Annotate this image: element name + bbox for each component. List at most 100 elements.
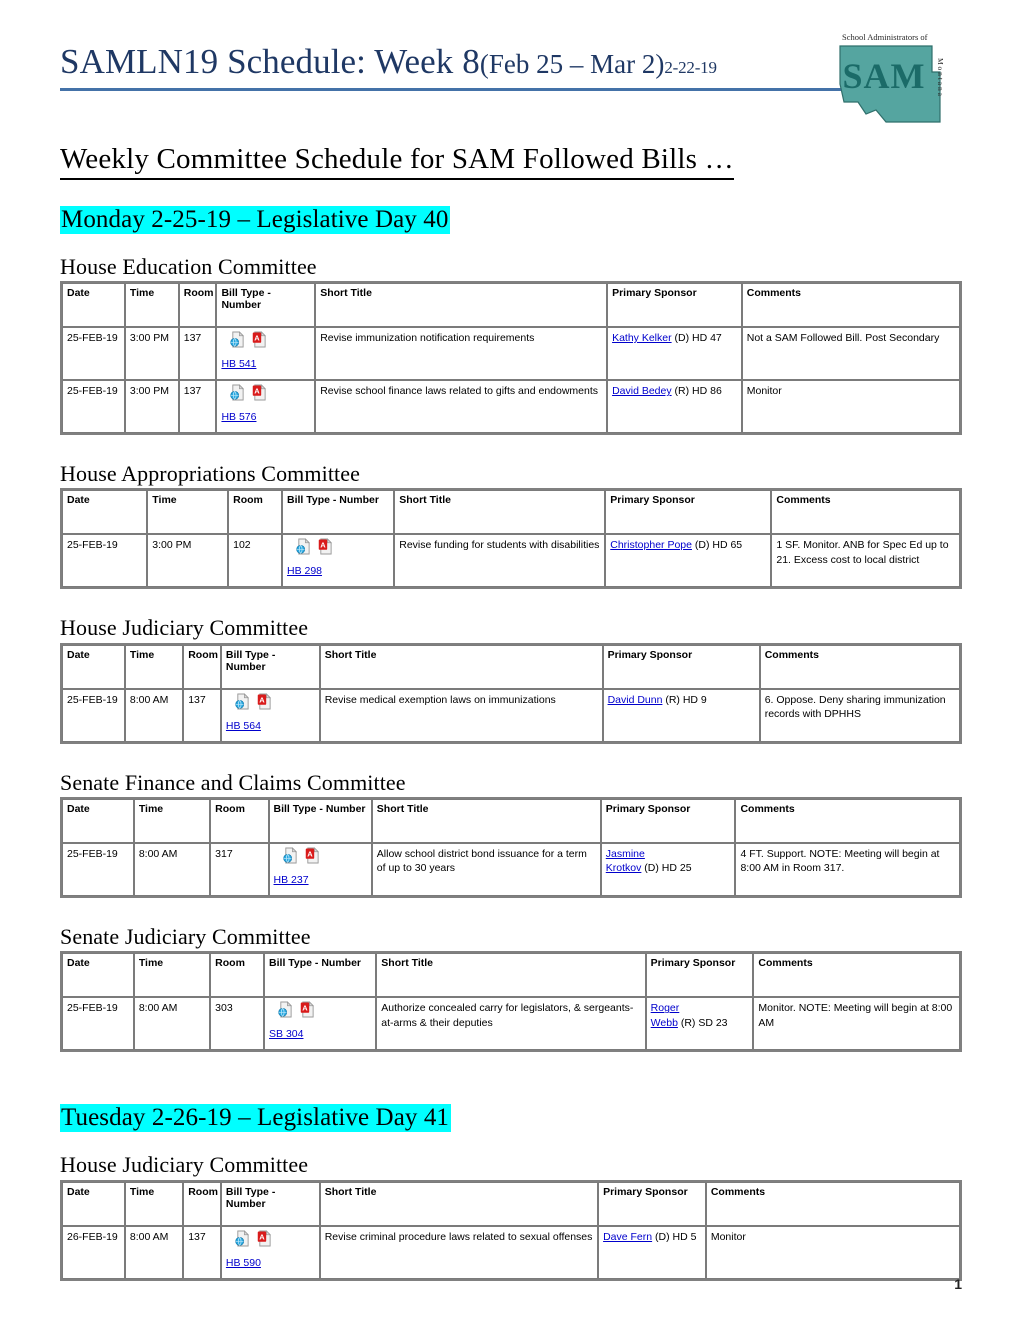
sponsor-link[interactable]: Kathy Kelker: [612, 332, 672, 344]
room-value: 137: [183, 332, 202, 345]
web-page-icon[interactable]: [230, 384, 245, 401]
table-header-row: Date Time Room Bill Type - Number Short Titl…: [62, 1181, 960, 1226]
room-value: 137: [188, 693, 206, 706]
sponsor-party-district: (R) SD 23: [677, 1016, 728, 1029]
bill-number-link[interactable]: HB 576: [221, 401, 256, 424]
column-header-comments: Comments: [735, 799, 960, 844]
bill-number-link[interactable]: HB 541: [221, 348, 256, 371]
short-title-value: Revise medical exemption laws on immuniz…: [324, 693, 556, 706]
comments-value: 6. Oppose. Deny sharing immunization rec…: [764, 693, 946, 720]
cell-bill: A HB 298: [281, 534, 395, 588]
column-header-short-title: Short Title: [394, 490, 606, 535]
column-header-comments: Comments: [759, 644, 960, 689]
short-title-value: Revise school finance laws related to gi…: [320, 385, 599, 398]
room-value: 137: [183, 385, 202, 398]
web-page-icon[interactable]: [278, 1001, 293, 1018]
time-value: 8:00 AM: [129, 693, 169, 706]
cell-date: 25-FEB-19: [62, 843, 134, 897]
cell-short-title: Revise immunization notification require…: [315, 327, 608, 381]
time-value: 8:00 AM: [129, 1230, 169, 1243]
cell-date: 26-FEB-19: [62, 1225, 125, 1279]
sam-logo: SAM School Administrators of M o n t a n…: [839, 32, 945, 123]
sponsor-link[interactable]: Christopher Pope: [610, 539, 692, 551]
cell-room: 303: [210, 997, 265, 1051]
cell-room: 137: [178, 380, 217, 434]
column-header-time: Time: [147, 490, 229, 535]
column-header-bill-type-number: Bill Type - Number: [220, 1181, 320, 1226]
pdf-document-icon[interactable]: A: [257, 1229, 272, 1247]
column-header-room: Room: [228, 490, 282, 535]
time-value: 3:00 PM: [129, 332, 169, 345]
cell-comments: 4 FT. Support. NOTE: Meeting will begin …: [735, 843, 960, 897]
pdf-document-icon[interactable]: A: [300, 1001, 315, 1018]
pdf-document-icon[interactable]: A: [305, 847, 320, 864]
short-title-value: Revise funding for students with disabil…: [399, 539, 600, 552]
bill-number-link[interactable]: SB 304: [269, 1018, 303, 1041]
date-value: 25-FEB-19: [67, 332, 118, 345]
day-section: Tuesday 2-26-19 – Legislative Day 41 Hous…: [60, 1078, 962, 1281]
time-value: 3:00 PM: [129, 385, 169, 398]
date-value: 25-FEB-19: [67, 539, 118, 552]
web-page-icon[interactable]: [282, 847, 298, 864]
date-value: 25-FEB-19: [67, 385, 118, 398]
cell-primary-sponsor: Kathy Kelker (D) HD 47: [607, 327, 742, 381]
svg-text:A: A: [320, 541, 326, 550]
web-page-icon[interactable]: [230, 331, 245, 348]
cell-time: 3:00 PM: [147, 534, 229, 588]
cell-room: 137: [178, 327, 217, 381]
comments-value: Monitor: [710, 1230, 746, 1243]
sponsor-party-district: (D) HD 47: [671, 332, 722, 345]
cell-room: 102: [228, 534, 282, 588]
column-header-bill-type-number: Bill Type - Number: [268, 799, 372, 844]
date-value: 26-FEB-19: [67, 1230, 118, 1243]
cell-comments: Monitor. NOTE: Meeting will begin at 8:0…: [753, 997, 960, 1051]
table-header-row: Date Time Room Bill Type - Number Short Titl…: [62, 283, 960, 328]
committee-heading: House Education Committee: [60, 253, 317, 279]
column-header-room: Room: [210, 799, 269, 844]
cell-primary-sponsor: Jasmine Krotkov (D) HD 25: [600, 843, 736, 897]
cell-primary-sponsor: David Bedey (R) HD 86: [607, 380, 742, 434]
short-title-value: Allow school district bond issuance for …: [376, 848, 587, 875]
pdf-document-icon[interactable]: A: [252, 331, 267, 348]
sponsor-party-district: (R) HD 86: [671, 385, 722, 398]
pdf-document-icon[interactable]: A: [318, 538, 333, 555]
room-value: 303: [215, 1002, 233, 1015]
sponsor-link[interactable]: Roger Webb: [651, 1002, 680, 1028]
bill-number-link[interactable]: HB 564: [226, 710, 261, 733]
bill-number-link[interactable]: HB 590: [226, 1247, 261, 1270]
sponsor-party-district: (D) HD 5: [652, 1230, 697, 1243]
pdf-document-icon[interactable]: A: [257, 692, 272, 710]
cell-date: 25-FEB-19: [62, 688, 125, 742]
column-header-comments: Comments: [705, 1181, 960, 1226]
web-page-icon[interactable]: [235, 1229, 250, 1247]
comments-value: 1 SF. Monitor. ANB for Spec Ed up to 21.…: [776, 539, 949, 566]
column-header-primary-sponsor: Primary Sponsor: [607, 283, 742, 328]
column-header-date: Date: [62, 644, 125, 689]
committee-schedule-table: Date Time Room Bill Type - Number Short Titl…: [60, 642, 962, 744]
time-value: 3:00 PM: [152, 539, 192, 552]
sponsor-link[interactable]: David Dunn: [608, 694, 663, 706]
cell-primary-sponsor: David Dunn (R) HD 9: [602, 688, 760, 742]
sponsor-party-district: (D) HD 65: [691, 539, 743, 552]
sponsor-link[interactable]: Jasmine Krotkov: [606, 848, 645, 874]
bill-number-link[interactable]: HB 298: [287, 555, 322, 578]
pdf-document-icon[interactable]: A: [252, 384, 267, 401]
column-header-short-title: Short Title: [319, 1181, 599, 1226]
web-page-icon[interactable]: [296, 538, 311, 555]
table-row: 25-FEB-19 8:00 AM 137 A HB 564 Revise medical…: [62, 688, 960, 742]
bill-number-link[interactable]: HB 237: [274, 864, 309, 887]
sponsor-link[interactable]: David Bedey: [612, 385, 672, 397]
column-header-room: Room: [183, 1181, 221, 1226]
cell-room: 137: [183, 1225, 221, 1279]
cell-time: 3:00 PM: [124, 327, 179, 381]
column-header-date: Date: [62, 1181, 125, 1226]
date-value: 25-FEB-19: [67, 693, 118, 706]
cell-comments: Monitor: [705, 1225, 960, 1279]
web-page-icon[interactable]: [235, 692, 250, 710]
comments-value: Monitor: [746, 385, 782, 398]
cell-short-title: Authorize concealed carry for legislator…: [376, 997, 646, 1051]
sponsor-link[interactable]: Dave Fern: [603, 1231, 652, 1243]
cell-short-title: Revise school finance laws related to gi…: [315, 380, 608, 434]
column-header-date: Date: [62, 490, 148, 535]
svg-text:A: A: [259, 696, 265, 705]
